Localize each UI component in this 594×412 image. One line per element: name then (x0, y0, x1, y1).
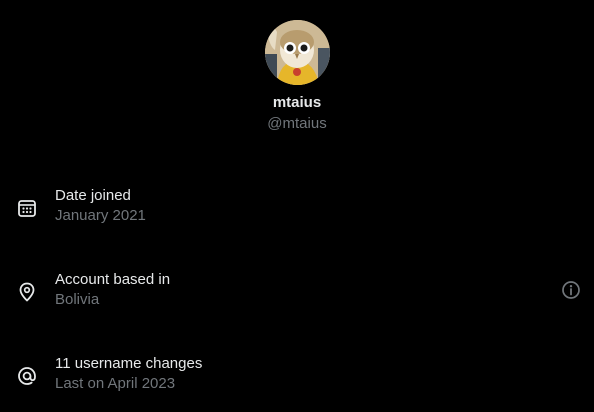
date-joined-label: Date joined (55, 187, 131, 204)
date-joined-value: January 2021 (55, 207, 146, 224)
location-pin-icon (19, 282, 35, 302)
username-changes-label: 11 username changes (55, 355, 203, 372)
owl-avatar-image (265, 20, 330, 85)
account-location-value: Bolivia (55, 291, 100, 308)
date-joined-row: Date joined January 2021 (0, 186, 594, 230)
user-handle: @mtaius (267, 115, 327, 132)
username-changes-value: Last on April 2023 (55, 375, 176, 392)
avatar[interactable] (265, 20, 330, 85)
account-location-label: Account based in (55, 271, 171, 288)
display-name: mtaius (272, 94, 322, 111)
at-sign-icon (18, 367, 36, 385)
account-location-row: Account based in Bolivia (0, 270, 594, 314)
username-changes-row: 11 username changes Last on April 2023 (0, 354, 594, 398)
calendar-icon (18, 200, 36, 217)
info-icon[interactable] (560, 279, 582, 301)
